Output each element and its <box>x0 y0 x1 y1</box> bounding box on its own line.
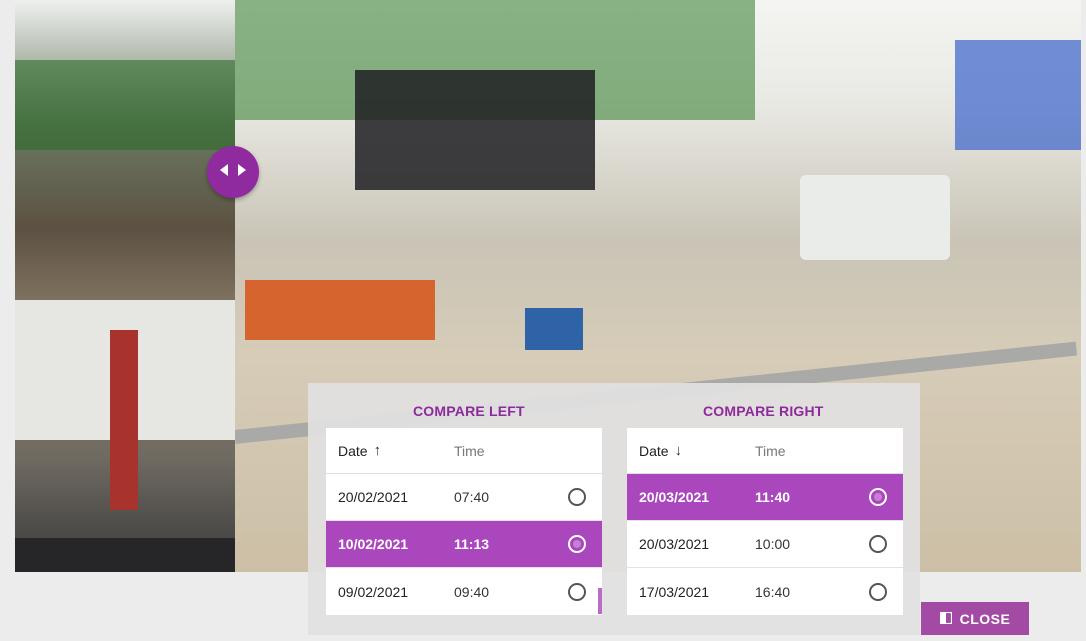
black-tarp-wall <box>355 70 595 190</box>
compare-right-title: COMPARE RIGHT <box>703 403 824 419</box>
time-column-header[interactable]: Time <box>442 443 552 459</box>
left-camera-image <box>15 0 235 572</box>
row-time: 16:40 <box>755 583 791 600</box>
table-row[interactable]: 20/02/2021 07:40 <box>326 474 602 521</box>
table-header: Date ↑ Time <box>326 428 602 474</box>
row-time: 07:40 <box>454 489 490 505</box>
close-button[interactable]: CLOSE <box>921 602 1029 635</box>
close-button-label: CLOSE <box>959 610 1011 627</box>
scrollbar-thumb[interactable] <box>598 588 602 614</box>
row-time: 11:40 <box>755 489 791 505</box>
row-date: 20/03/2021 <box>639 536 710 552</box>
radio-button[interactable] <box>869 582 887 601</box>
table-header: Date ↓ Time <box>627 428 903 474</box>
radio-button[interactable] <box>869 535 887 553</box>
row-date: 17/03/2021 <box>639 583 710 600</box>
compare-right-table: Date ↓ Time 20/03/2021 11:40 20/03/2021 … <box>627 428 903 615</box>
table-row-selected[interactable]: 20/03/2021 11:40 <box>627 474 903 521</box>
radio-button[interactable] <box>568 582 586 601</box>
date-header-label: Date <box>338 442 368 459</box>
compare-slider-handle[interactable] <box>207 146 259 198</box>
compare-left-table: Date ↑ Time 20/02/2021 07:40 10/02/2021 … <box>326 428 602 615</box>
red-post <box>110 330 138 510</box>
table-row[interactable]: 20/03/2021 10:00 <box>627 521 903 568</box>
time-column-header[interactable]: Time <box>743 443 853 459</box>
row-date: 20/03/2021 <box>639 489 710 505</box>
steel-scaffold <box>15 60 235 150</box>
radio-button[interactable] <box>568 535 586 553</box>
orange-truck-cab <box>245 280 435 340</box>
row-date: 20/02/2021 <box>338 489 409 505</box>
table-row[interactable]: 09/02/2021 09:40 <box>326 568 602 615</box>
radio-button[interactable] <box>869 488 887 506</box>
compare-left-title: COMPARE LEFT <box>413 403 525 419</box>
table-row-selected[interactable]: 10/02/2021 11:13 <box>326 521 602 568</box>
arrow-up-icon: ↑ <box>373 442 382 459</box>
image-bottom-band <box>15 538 235 572</box>
row-date: 10/02/2021 <box>338 536 409 552</box>
left-right-arrows-icon <box>220 163 246 182</box>
arrow-down-icon: ↓ <box>674 442 683 459</box>
row-date: 09/02/2021 <box>338 583 409 600</box>
row-time: 10:00 <box>755 536 791 552</box>
row-time: 09:40 <box>454 583 490 600</box>
compare-viewer: COMPARE LEFT COMPARE RIGHT Date ↑ Time 2… <box>0 0 1086 641</box>
date-column-header[interactable]: Date ↑ <box>326 442 442 459</box>
table-row[interactable]: 17/03/2021 16:40 <box>627 568 903 615</box>
compare-panel: COMPARE LEFT COMPARE RIGHT Date ↑ Time 2… <box>308 383 920 635</box>
radio-button[interactable] <box>568 488 586 506</box>
date-header-label: Date <box>639 442 669 459</box>
compare-icon <box>939 611 952 627</box>
water-truck <box>800 175 950 260</box>
date-column-header[interactable]: Date ↓ <box>627 442 743 459</box>
blue-container <box>525 308 583 350</box>
blue-building <box>955 40 1081 150</box>
row-time: 11:13 <box>454 536 490 552</box>
